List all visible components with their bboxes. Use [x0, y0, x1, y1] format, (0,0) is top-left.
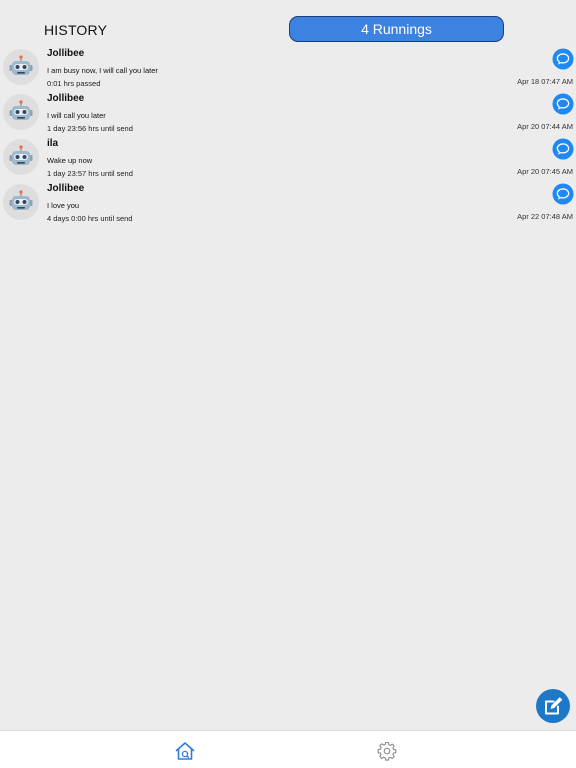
- message-status: 0:01 hrs passed: [47, 79, 101, 88]
- message-time: Apr 18 07:47 AM: [517, 77, 573, 86]
- message-status: 1 day 23:57 hrs until send: [47, 169, 133, 178]
- tab-bar: [0, 730, 576, 768]
- list-item[interactable]: Jollibee I will call you later 1 day 23:…: [0, 90, 576, 135]
- contact-name: Jollibee: [47, 183, 85, 194]
- gear-icon[interactable]: [377, 741, 397, 761]
- chat-bubble-icon[interactable]: [552, 138, 574, 160]
- tab-runnings[interactable]: 4 Runnings: [289, 16, 504, 42]
- avatar: [3, 184, 39, 220]
- tab-history[interactable]: HISTORY: [44, 22, 107, 38]
- list-item[interactable]: Jollibee I am busy now, I will call you …: [0, 45, 576, 90]
- message-time: Apr 20 07:45 AM: [517, 167, 573, 176]
- app-window: HISTORY 4 Runnings Jollibee I am busy no…: [0, 0, 576, 768]
- header: HISTORY 4 Runnings: [0, 0, 576, 46]
- avatar: [3, 94, 39, 130]
- home-icon[interactable]: [174, 740, 196, 762]
- message-text: Wake up now: [47, 156, 93, 165]
- message-text: I love you: [47, 201, 80, 210]
- robot-icon: [9, 190, 33, 210]
- message-status: 1 day 23:56 hrs until send: [47, 124, 133, 133]
- robot-icon: [9, 55, 33, 75]
- robot-icon: [9, 145, 33, 165]
- contact-name: Jollibee: [47, 48, 85, 59]
- message-text: I am busy now, I will call you later: [47, 66, 158, 75]
- contact-name: Jollibee: [47, 93, 85, 104]
- message-time: Apr 22 07:48 AM: [517, 212, 573, 221]
- compose-icon[interactable]: [536, 689, 570, 723]
- contact-name: ila: [47, 138, 59, 149]
- robot-icon: [9, 100, 33, 120]
- message-status: 4 days 0:00 hrs until send: [47, 214, 133, 223]
- message-time: Apr 20 07:44 AM: [517, 122, 573, 131]
- chat-bubble-icon[interactable]: [552, 183, 574, 205]
- avatar: [3, 139, 39, 175]
- chat-bubble-icon[interactable]: [552, 93, 574, 115]
- list-item[interactable]: Jollibee I love you 4 days 0:00 hrs unti…: [0, 180, 576, 225]
- message-text: I will call you later: [47, 111, 106, 120]
- list-item[interactable]: ila Wake up now 1 day 23:57 hrs until se…: [0, 135, 576, 180]
- message-list: Jollibee I am busy now, I will call you …: [0, 45, 576, 225]
- avatar: [3, 49, 39, 85]
- chat-bubble-icon[interactable]: [552, 48, 574, 70]
